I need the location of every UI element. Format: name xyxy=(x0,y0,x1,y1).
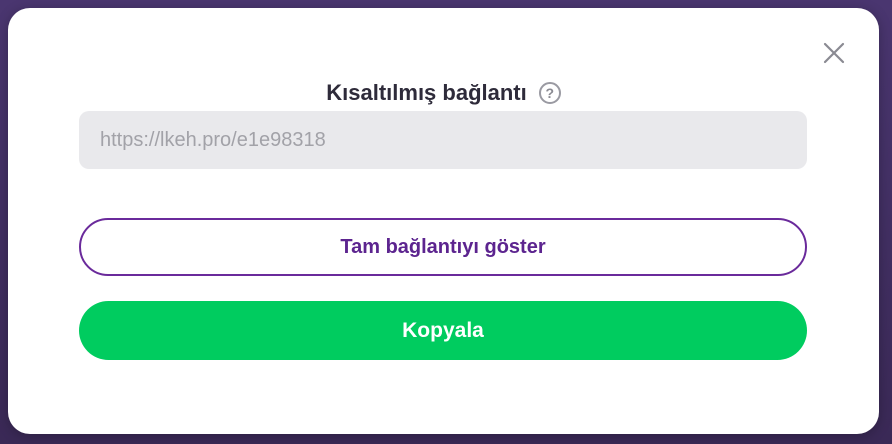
close-icon xyxy=(823,42,845,64)
question-icon[interactable]: ? xyxy=(538,82,561,104)
copy-button[interactable]: Kopyala xyxy=(79,301,807,360)
close-button[interactable] xyxy=(821,40,847,66)
shortened-link-modal: Kısaltılmış bağlantı ? https://lkeh.pro/… xyxy=(8,8,879,434)
modal-header: Kısaltılmış bağlantı ? xyxy=(8,80,879,106)
show-full-link-button[interactable]: Tam bağlantıyı göster xyxy=(79,218,807,276)
short-link-field[interactable]: https://lkeh.pro/e1e98318 xyxy=(79,111,807,169)
short-link-text: https://lkeh.pro/e1e98318 xyxy=(100,128,326,151)
show-full-link-label: Tam bağlantıyı göster xyxy=(340,235,546,258)
copy-button-label: Kopyala xyxy=(402,318,484,342)
modal-title: Kısaltılmış bağlantı xyxy=(326,80,527,105)
